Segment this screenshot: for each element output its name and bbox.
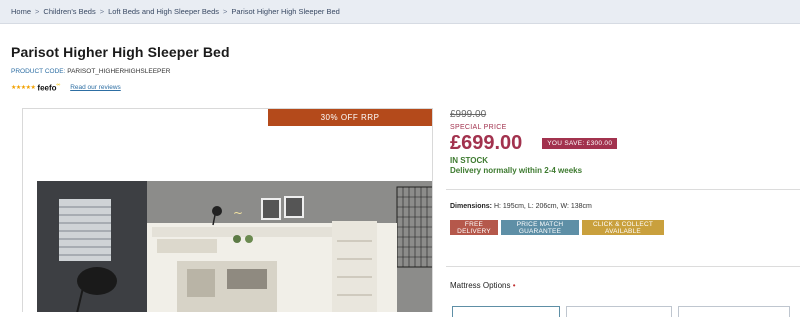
badge-line: CLICK & COLLECT [592, 220, 654, 228]
price-row: £699.00 YOU SAVE: £300.00 [450, 132, 618, 155]
rrp-price: £999.00 [450, 109, 487, 120]
badge-line: AVAILABLE [605, 227, 641, 235]
dimensions: Dimensions: H: 195cm, L: 206cm, W: 138cm [450, 203, 592, 210]
breadcrumb-separator: > [223, 7, 228, 16]
star-rating-icon: ★★★★★ [11, 85, 36, 92]
reviews-row: ★★★★★ feefoºº Read our reviews [11, 83, 121, 93]
breadcrumb-separator: > [99, 7, 105, 16]
pricing-block: £999.00 SPECIAL PRICE £699.00 YOU SAVE: … [450, 108, 618, 155]
discount-badge: 30% OFF RRP [268, 109, 432, 126]
feefo-logo-mark: ºº [56, 83, 61, 89]
mattress-options-text: Mattress Options [450, 281, 511, 290]
service-badges: FREE DELIVERY PRICE MATCH GUARANTEE CLICK … [450, 220, 664, 235]
page-title: Parisot Higher High Sleeper Bed [11, 44, 230, 60]
delivery-info: Delivery normally within 2-4 weeks [450, 166, 583, 175]
product-photo: ~ [37, 181, 432, 312]
current-price: £699.00 [450, 132, 523, 154]
breadcrumb-home[interactable]: Home [11, 7, 31, 16]
breadcrumb-current: Parisot Higher High Sleeper Bed [231, 7, 340, 16]
product-code-label: PRODUCT CODE: [11, 68, 66, 75]
dimensions-value: H: 195cm, L: 206cm, W: 138cm [493, 203, 592, 210]
divider [446, 189, 800, 190]
product-code-value: PARISOT_HIGHERHIGHSLEEPER [67, 68, 171, 75]
svg-text:~: ~ [233, 206, 243, 220]
product-image-panel[interactable]: 30% OFF RRP ~ [22, 108, 433, 312]
free-delivery-badge[interactable]: FREE DELIVERY [450, 220, 498, 235]
breadcrumb-loft-beds[interactable]: Loft Beds and High Sleeper Beds [108, 7, 219, 16]
breadcrumb-separator: > [35, 7, 40, 16]
dimensions-label: Dimensions: [450, 203, 493, 210]
product-code: PRODUCT CODE: PARISOT_HIGHERHIGHSLEEPER [11, 68, 170, 75]
required-marker: • [512, 281, 516, 290]
stock-status: IN STOCK [450, 156, 489, 165]
badge-line: PRICE MATCH [516, 220, 564, 228]
special-price-label: SPECIAL PRICE [450, 124, 507, 131]
mattress-options-label: Mattress Options • [450, 281, 516, 290]
price-match-badge[interactable]: PRICE MATCH GUARANTEE [501, 220, 579, 235]
divider [446, 266, 800, 267]
you-save-badge: YOU SAVE: £300.00 [542, 138, 618, 149]
feefo-logo: feefoºº [37, 83, 60, 93]
badge-line: FREE [464, 220, 484, 228]
badge-line: GUARANTEE [518, 227, 562, 235]
badge-line: DELIVERY [457, 227, 491, 235]
breadcrumb-childrens-beds[interactable]: Children's Beds [43, 7, 95, 16]
breadcrumb: Home > Children's Beds > Loft Beds and H… [0, 0, 800, 24]
click-collect-badge[interactable]: CLICK & COLLECT AVAILABLE [582, 220, 664, 235]
read-reviews-link[interactable]: Read our reviews [70, 84, 121, 91]
feefo-logo-text: feefo [37, 83, 57, 93]
